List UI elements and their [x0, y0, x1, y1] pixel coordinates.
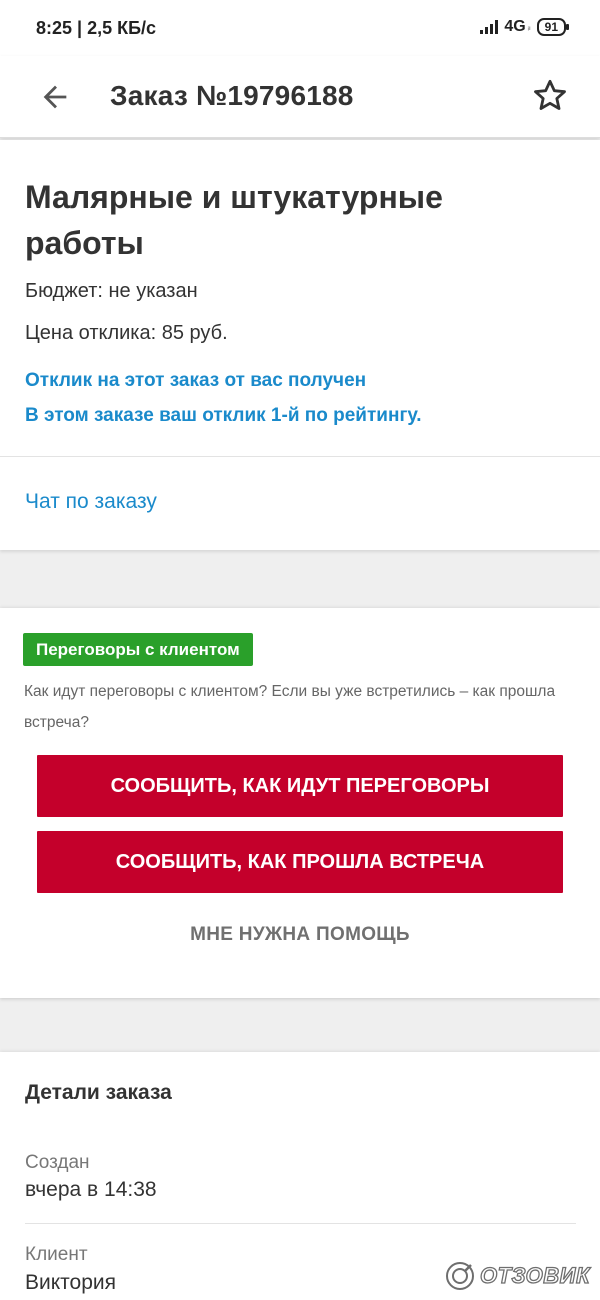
report-negotiation-button[interactable]: СООБЩИТЬ, КАК ИДУТ ПЕРЕГОВОРЫ [37, 755, 563, 817]
report-meeting-button[interactable]: СООБЩИТЬ, КАК ПРОШЛА ВСТРЕЧА [37, 831, 563, 893]
status-bar: 8:25 | 2,5 КБ/с 4G ᵢₗ 91 [0, 0, 600, 56]
need-help-button[interactable]: МНЕ НУЖНА ПОМОЩЬ [0, 924, 600, 946]
response-rating-notice: В этом заказе ваш отклик 1-й по рейтингу… [25, 405, 422, 426]
created-value: вчера в 14:38 [25, 1178, 157, 1201]
battery-icon: 91 [536, 18, 570, 36]
watermark-logo: ОТЗОВИК [444, 1258, 590, 1294]
created-label: Создан [25, 1152, 90, 1173]
response-price: Цена отклика: 85 руб. [25, 322, 228, 344]
network-sub: ᵢₗ [527, 22, 531, 32]
divider [0, 456, 600, 457]
app-bar: Заказ №19796188 [0, 56, 600, 138]
status-icons: 4G ᵢₗ 91 [480, 18, 570, 36]
order-budget: Бюджет: не указан [25, 280, 198, 302]
status-badge: Переговоры с клиентом [23, 633, 253, 666]
status-time-speed: 8:25 | 2,5 КБ/с [36, 18, 157, 38]
watermark-text: ОТЗОВИК [479, 1262, 590, 1288]
watermark-icon [446, 1262, 474, 1290]
page-title: Заказ №19796188 [110, 80, 354, 111]
order-title: Малярные и штукатурные работы [25, 179, 443, 261]
details-title: Детали заказа [25, 1081, 172, 1104]
favorite-button[interactable] [530, 76, 570, 116]
negotiation-question: Как идут переговоры с клиентом? Если вы … [24, 683, 556, 731]
negotiation-card: Переговоры с клиентом Как идут переговор… [0, 608, 600, 998]
divider [25, 1223, 576, 1224]
response-received-notice: Отклик на этот заказ от вас получен [25, 370, 367, 391]
order-summary-card: Малярные и штукатурные работы Бюджет: не… [0, 140, 600, 550]
client-value: Виктория [25, 1271, 117, 1294]
arrow-left-icon [43, 85, 67, 109]
back-button[interactable] [38, 80, 72, 114]
order-chat-link[interactable]: Чат по заказу [25, 490, 157, 514]
client-label: Клиент [25, 1244, 88, 1265]
network-type: 4G [504, 18, 526, 35]
signal-icon [480, 20, 499, 34]
star-outline-icon [534, 79, 566, 110]
